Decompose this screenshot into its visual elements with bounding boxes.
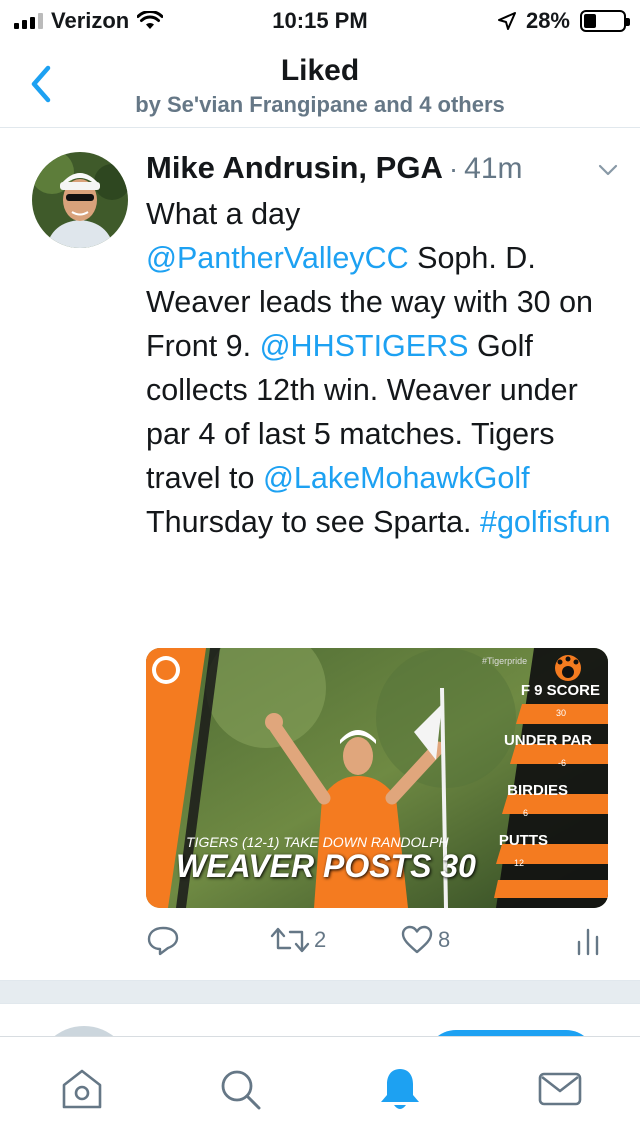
tab-bar (0, 1036, 640, 1136)
media-stat-value: 12 (513, 858, 524, 868)
next-tweet-preview[interactable] (0, 1004, 640, 1036)
messages-icon[interactable] (536, 1065, 584, 1113)
media-hashtag: #Tigerpride (482, 656, 528, 666)
tweet-time[interactable]: 41m (464, 152, 522, 186)
analytics-icon (577, 928, 599, 956)
media-stat-label: F 9 SCORE (520, 682, 600, 699)
tweet-header: Mike Andrusin, PGA · 41m (146, 150, 616, 190)
tweet-media[interactable]: #Tigerpride F 9 SCORE 30 UNDER PAR -6 BI… (146, 648, 608, 908)
text-segment: What a day (146, 197, 301, 231)
text-segment: Thursday to see Sparta. (146, 505, 480, 539)
location-arrow-icon (497, 12, 516, 30)
heart-icon (401, 925, 433, 954)
mention-link[interactable]: @HHSTIGERS (260, 329, 469, 363)
status-right: 28% (497, 8, 630, 34)
tweet-actions: 2 8 (146, 924, 616, 964)
media-stat-value: 30 (555, 708, 566, 718)
reply-icon (147, 926, 179, 956)
retweet-button[interactable]: 2 (270, 924, 326, 956)
avatar[interactable] (32, 152, 128, 248)
page-subtitle[interactable]: by Se'vian Frangipane and 4 others (0, 92, 640, 118)
retweet-icon (270, 927, 310, 953)
like-count: 8 (438, 927, 451, 952)
analytics-button[interactable] (576, 924, 600, 956)
media-stat-label: UNDER PAR (503, 732, 592, 749)
tweet-text: What a day @PantherValleyCC Soph. D. Weav… (146, 192, 616, 544)
tweet[interactable]: Mike Andrusin, PGA · 41m What a day @Pant… (0, 128, 640, 980)
reply-button[interactable] (146, 924, 180, 956)
media-stat-value: -6 (557, 758, 566, 768)
media-headline-main: WEAVER POSTS 30 (176, 848, 476, 884)
tweet-separator (0, 980, 640, 1004)
page-title: Liked (280, 54, 360, 87)
like-button[interactable]: 8 (400, 924, 450, 956)
battery-icon (580, 10, 630, 32)
mention-link[interactable]: @PantherValleyCC (146, 241, 409, 275)
avatar[interactable] (36, 1026, 132, 1036)
author-name[interactable]: Mike Andrusin, PGA (146, 150, 443, 186)
media-stat-label: PUTTS (498, 832, 548, 849)
status-bar: Verizon 10:15 PM 28% (0, 0, 640, 40)
home-icon[interactable] (58, 1065, 106, 1113)
media-stat-value: 6 (522, 808, 528, 818)
mention-link[interactable]: @LakeMohawkGolf (263, 461, 530, 495)
retweet-count: 2 (314, 927, 327, 952)
search-icon[interactable] (216, 1065, 264, 1113)
header-separator: · (448, 153, 459, 184)
battery-percent: 28% (525, 8, 570, 33)
hashtag-link[interactable]: #golfisfun (480, 505, 611, 539)
chevron-down-icon[interactable] (596, 162, 620, 178)
notifications-icon[interactable] (376, 1065, 424, 1113)
nav-header: Liked by Se'vian Frangipane and 4 others (0, 40, 640, 128)
media-stat-label: BIRDIES (507, 782, 568, 799)
